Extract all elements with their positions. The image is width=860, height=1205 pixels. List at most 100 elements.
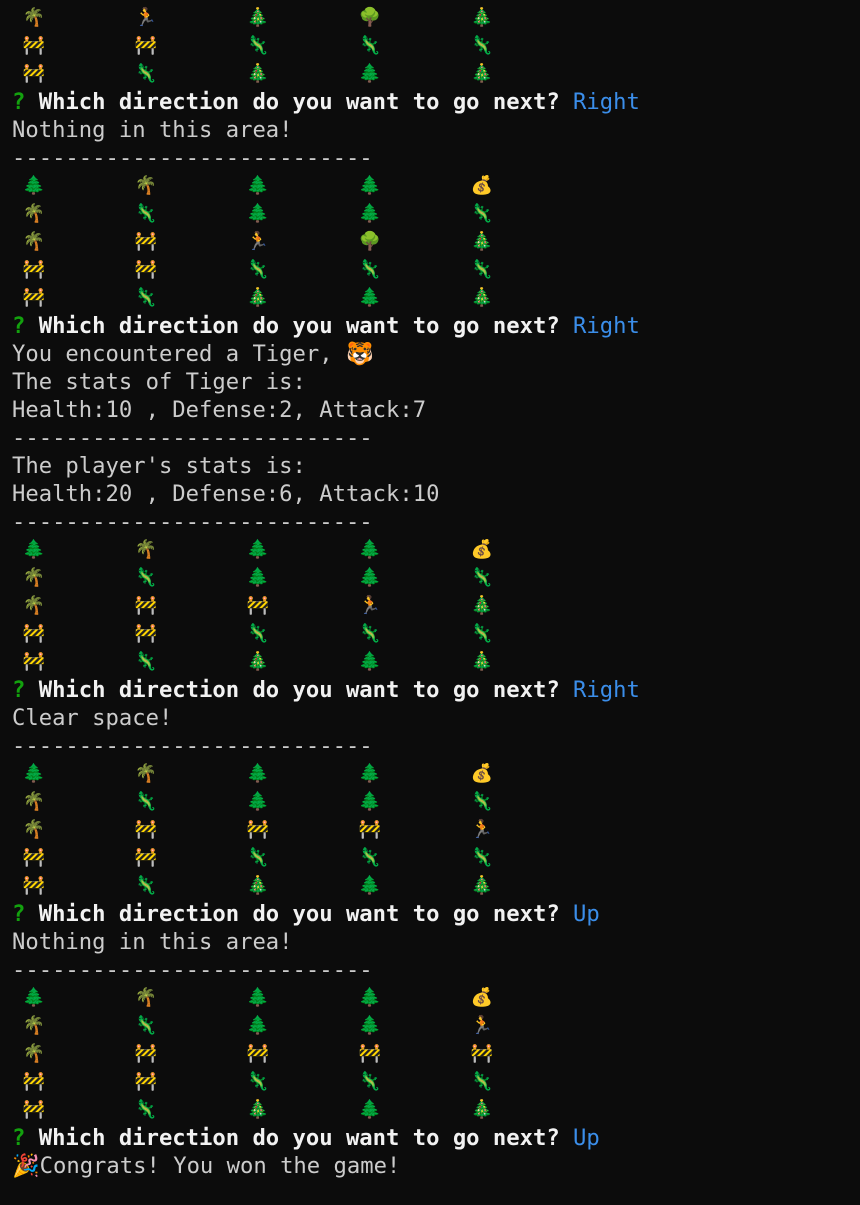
christmas-tree-icon: 🎄 [470, 875, 494, 896]
direction-prompt: ? Which direction do you want to go next… [12, 676, 860, 704]
map-grid-row: 🌴 🚧 🚧 🚧 🚧 [12, 1040, 860, 1068]
barrier-icon: 🚧 [22, 875, 46, 896]
pine-tree-icon: 🌲 [358, 1099, 382, 1120]
lizard-icon: 🦎 [134, 791, 158, 812]
christmas-tree-icon: 🎄 [246, 651, 270, 672]
lizard-icon: 🦎 [358, 35, 382, 56]
separator-line: --------------------------- [12, 733, 373, 759]
barrier-icon: 🚧 [134, 623, 158, 644]
palm-tree-icon: 🌴 [22, 1015, 46, 1036]
lizard-icon: 🦎 [358, 847, 382, 868]
player-icon: 🏃 [134, 7, 158, 28]
prompt-question-mark: ? [12, 901, 26, 927]
map-grid-row: 🚧 🚧 🦎 🦎 🦎 [12, 620, 860, 648]
pine-tree-icon: 🌲 [246, 987, 270, 1008]
palm-tree-icon: 🌴 [134, 175, 158, 196]
lizard-icon: 🦎 [358, 623, 382, 644]
output-message: The player's stats is: [12, 453, 306, 479]
christmas-tree-icon: 🎄 [246, 63, 270, 84]
map-grid-row: 🚧 🦎 🎄 🌲 🎄 [12, 872, 860, 900]
prompt-text: Which direction do you want to go next? [38, 89, 560, 115]
pine-tree-icon: 🌲 [246, 539, 270, 560]
lizard-icon: 🦎 [358, 259, 382, 280]
lizard-icon: 🦎 [246, 623, 270, 644]
lizard-icon: 🦎 [134, 875, 158, 896]
christmas-tree-icon: 🎄 [470, 1099, 494, 1120]
barrier-icon: 🚧 [134, 231, 158, 252]
barrier-icon: 🚧 [246, 819, 270, 840]
map-grid-row: 🌲 🌴 🌲 🌲 💰 [12, 984, 860, 1012]
pine-tree-icon: 🌲 [358, 567, 382, 588]
christmas-tree-icon: 🎄 [470, 287, 494, 308]
direction-prompt: ? Which direction do you want to go next… [12, 88, 860, 116]
christmas-tree-icon: 🎄 [246, 7, 270, 28]
pine-tree-icon: 🌲 [246, 567, 270, 588]
lizard-icon: 🦎 [470, 203, 494, 224]
pine-tree-icon: 🌲 [358, 651, 382, 672]
player-icon: 🏃 [470, 819, 494, 840]
pine-tree-icon: 🌲 [358, 987, 382, 1008]
map-grid-row: 🌴 🦎 🌲 🌲 🦎 [12, 788, 860, 816]
christmas-tree-icon: 🎄 [470, 651, 494, 672]
map-grid-row: 🌴 🦎 🌲 🌲 🏃 [12, 1012, 860, 1040]
pine-tree-icon: 🌲 [246, 175, 270, 196]
pine-tree-icon: 🌲 [22, 539, 46, 560]
pine-tree-icon: 🌲 [246, 1015, 270, 1036]
lizard-icon: 🦎 [134, 63, 158, 84]
map-grid-row: 🌴 🚧 🚧 🚧 🏃 [12, 816, 860, 844]
map-grid-row: 🚧 🦎 🎄 🌲 🎄 [12, 1096, 860, 1124]
output-message: Health:10 , Defense:2, Attack:7 [12, 397, 427, 423]
money-bag-icon: 💰 [470, 987, 494, 1008]
money-bag-icon: 💰 [470, 763, 494, 784]
map-grid-row: 🚧 🦎 🎄 🌲 🎄 [12, 648, 860, 676]
pine-tree-icon: 🌲 [246, 763, 270, 784]
lizard-icon: 🦎 [470, 847, 494, 868]
lizard-icon: 🦎 [470, 567, 494, 588]
lizard-icon: 🦎 [246, 1071, 270, 1092]
lizard-icon: 🦎 [470, 1071, 494, 1092]
christmas-tree-icon: 🎄 [470, 7, 494, 28]
barrier-icon: 🚧 [22, 1099, 46, 1120]
barrier-icon: 🚧 [22, 1071, 46, 1092]
tree-icon: 🌳 [358, 7, 382, 28]
prompt-answer: Up [573, 1125, 600, 1151]
separator-line: --------------------------- [12, 425, 373, 451]
lizard-icon: 🦎 [470, 623, 494, 644]
lizard-icon: 🦎 [470, 35, 494, 56]
prompt-question-mark: ? [12, 89, 26, 115]
barrier-icon: 🚧 [134, 847, 158, 868]
barrier-icon: 🚧 [134, 595, 158, 616]
lizard-icon: 🦎 [134, 287, 158, 308]
pine-tree-icon: 🌲 [246, 791, 270, 812]
output-message: Health:20 , Defense:6, Attack:10 [12, 481, 440, 507]
palm-tree-icon: 🌴 [22, 567, 46, 588]
barrier-icon: 🚧 [22, 35, 46, 56]
barrier-icon: 🚧 [134, 1043, 158, 1064]
map-grid-row: 🌲 🌴 🌲 🌲 💰 [12, 536, 860, 564]
palm-tree-icon: 🌴 [134, 987, 158, 1008]
output-message: 🎉Congrats! You won the game! [12, 1153, 401, 1179]
lizard-icon: 🦎 [134, 1015, 158, 1036]
direction-prompt: ? Which direction do you want to go next… [12, 1124, 860, 1152]
money-bag-icon: 💰 [470, 539, 494, 560]
barrier-icon: 🚧 [358, 819, 382, 840]
palm-tree-icon: 🌴 [134, 763, 158, 784]
barrier-icon: 🚧 [22, 651, 46, 672]
prompt-answer: Right [573, 313, 640, 339]
terminal-output: 🌴 🏃 🎄 🌳 🎄 🚧 🚧 🦎 🦎 🦎 🚧 🦎 🎄 🌲 🎄? Which direction do you … [12, 4, 860, 1180]
palm-tree-icon: 🌴 [22, 231, 46, 252]
player-icon: 🏃 [246, 231, 270, 252]
christmas-tree-icon: 🎄 [246, 287, 270, 308]
output-message: You encountered a Tiger, 🐯 [12, 341, 374, 367]
palm-tree-icon: 🌴 [22, 791, 46, 812]
pine-tree-icon: 🌲 [358, 539, 382, 560]
tree-icon: 🌳 [358, 231, 382, 252]
player-icon: 🏃 [470, 1015, 494, 1036]
output-message: The stats of Tiger is: [12, 369, 306, 395]
prompt-text: Which direction do you want to go next? [38, 313, 560, 339]
prompt-question-mark: ? [12, 677, 26, 703]
prompt-answer: Right [573, 89, 640, 115]
palm-tree-icon: 🌴 [22, 203, 46, 224]
barrier-icon: 🚧 [22, 287, 46, 308]
lizard-icon: 🦎 [134, 567, 158, 588]
